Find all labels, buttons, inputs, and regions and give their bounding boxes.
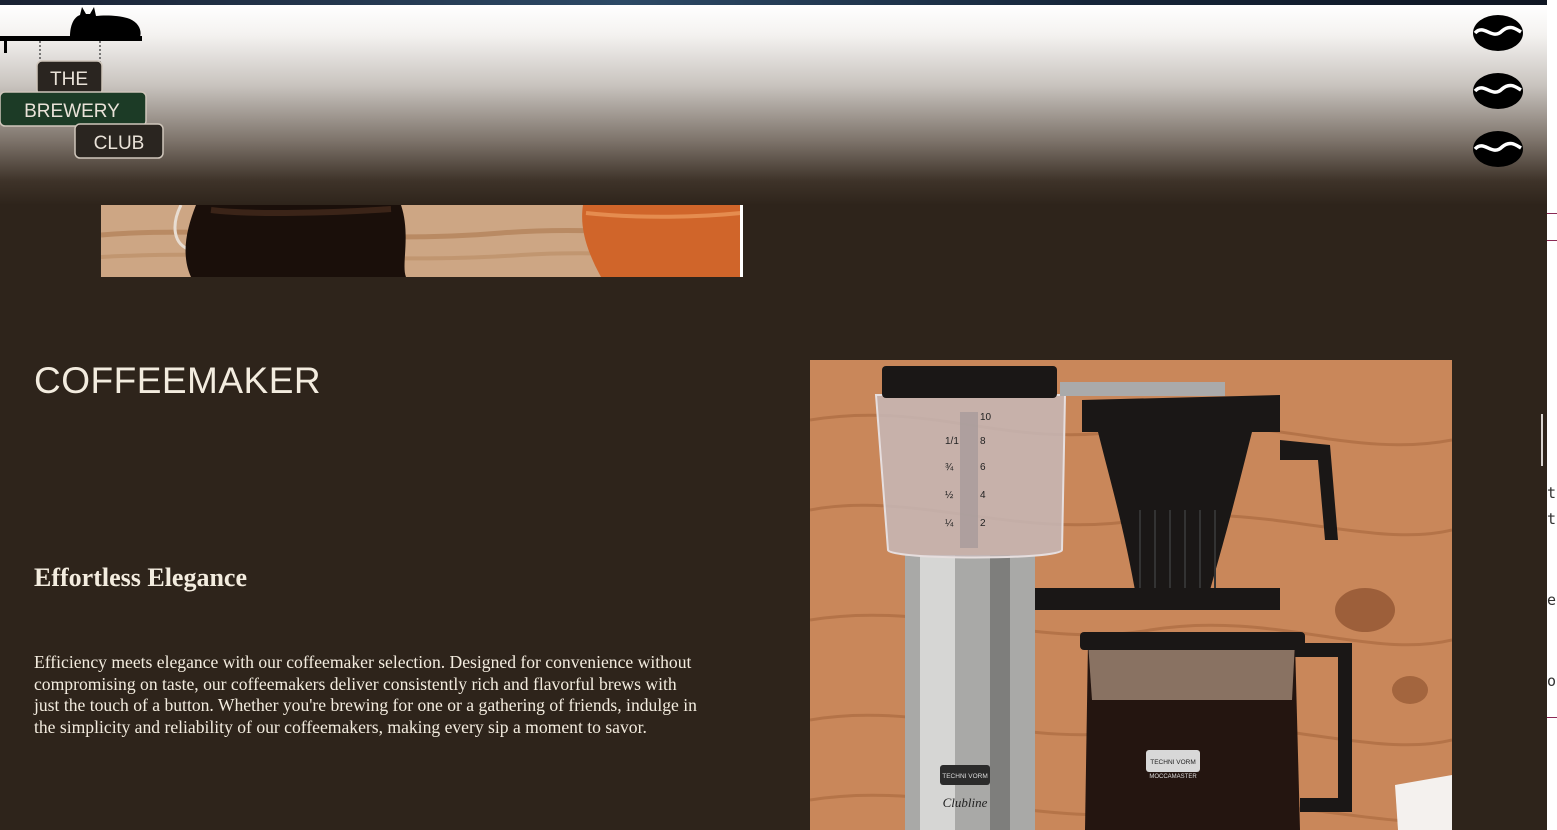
scrollbar-thumb[interactable] xyxy=(1541,414,1543,466)
coffee-bean-icon[interactable] xyxy=(1472,129,1524,169)
edge-divider xyxy=(1547,213,1557,214)
brand-badge-text: TECHNI VORM xyxy=(942,773,988,780)
edge-divider xyxy=(1547,240,1557,241)
carafe-model-text: MOCCAMASTER xyxy=(1149,774,1197,780)
scale-mark: 2 xyxy=(980,518,986,529)
section-description: Efficiency meets elegance with our coffe… xyxy=(34,652,697,737)
model-script-text: Clubline xyxy=(943,795,988,810)
edge-text: t xyxy=(1547,484,1557,502)
previous-section-image xyxy=(101,205,743,277)
scale-mark: 6 xyxy=(980,462,986,473)
coffee-bean-icon[interactable] xyxy=(1472,13,1524,53)
scale-mark: ½ xyxy=(945,490,954,501)
edge-text: t xyxy=(1547,510,1557,528)
scale-mark: 1/1 xyxy=(945,436,959,447)
scale-mark: 8 xyxy=(980,436,986,447)
scale-mark: ¾ xyxy=(945,462,954,473)
scale-mark: ¼ xyxy=(945,517,954,529)
logo-text-club: CLUB xyxy=(94,133,145,154)
edge-text: e xyxy=(1547,591,1557,609)
brewery-club-logo[interactable]: THE BREWERY CLUB xyxy=(0,5,170,165)
carafe-brand-text: TECHNI VORM xyxy=(1150,759,1196,766)
logo-text-brewery: BREWERY xyxy=(24,101,120,122)
site-header: THE BREWERY CLUB xyxy=(0,5,1547,205)
scale-mark: 10 xyxy=(980,412,992,423)
edge-text: o xyxy=(1547,672,1557,690)
coffee-bean-icon[interactable] xyxy=(1472,71,1524,111)
right-edge-panel xyxy=(1547,0,1557,830)
cat-icon xyxy=(60,7,141,39)
coffeemaker-product-image: 1/1 ¾ ½ ¼ 10 8 6 4 2 TECHNI VORM Clublin… xyxy=(810,360,1452,830)
scale-mark: 4 xyxy=(980,490,986,501)
logo-text-the: THE xyxy=(50,69,88,90)
shelf xyxy=(0,36,142,41)
section-title: COFFEEMAKER xyxy=(34,360,322,401)
edge-divider xyxy=(1547,717,1557,718)
section-subtitle: Effortless Elegance xyxy=(34,563,248,592)
